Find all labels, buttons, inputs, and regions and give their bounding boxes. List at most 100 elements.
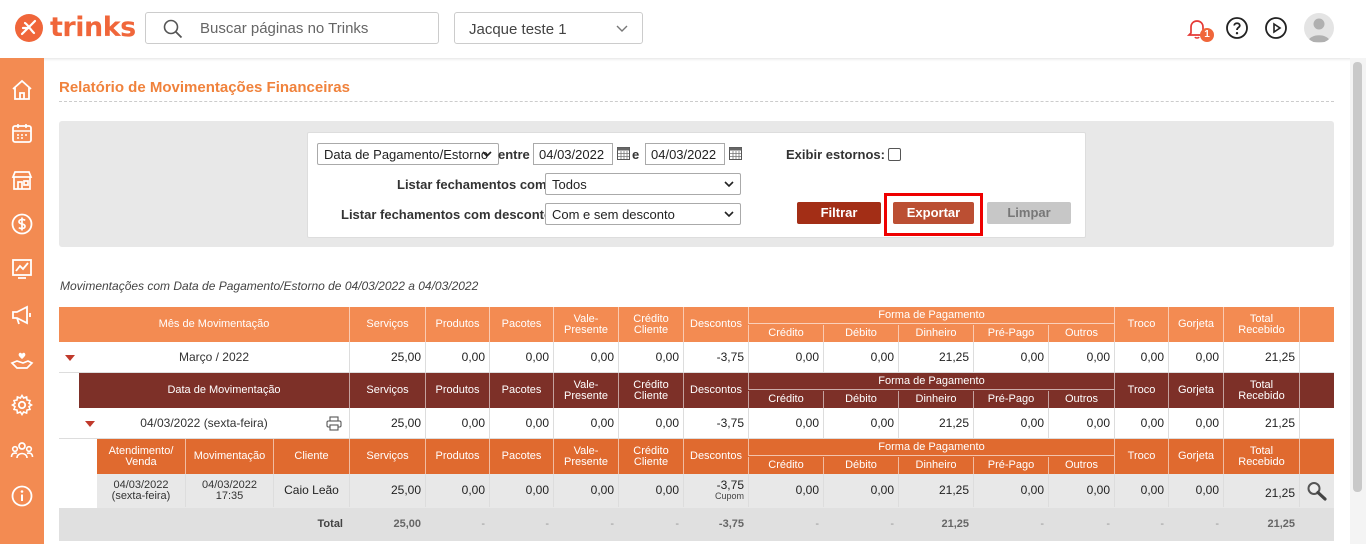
cell: 25,00	[349, 408, 425, 438]
cell: 0,00	[1114, 474, 1168, 507]
date-type-select[interactable]: Data de Pagamento/Estorno	[317, 143, 499, 165]
clear-button[interactable]: Limpar	[987, 202, 1071, 224]
indent	[59, 373, 79, 408]
th-gorjeta: Gorjeta	[1168, 307, 1223, 342]
magnifier-icon[interactable]	[1306, 481, 1328, 501]
dollar-icon[interactable]	[10, 212, 34, 236]
detail-header-row: Atendimento/ Venda Movimentação Cliente …	[59, 439, 1334, 474]
cell: 0,00	[973, 474, 1048, 507]
establishment-select[interactable]: Jacque teste 1	[454, 12, 643, 44]
th-forma-pagamento: Forma de Pagamento	[748, 373, 1114, 390]
info-icon[interactable]	[10, 484, 34, 508]
total-label: Total	[317, 518, 343, 530]
hand-heart-icon[interactable]	[10, 348, 34, 372]
cell: -3,75	[718, 518, 744, 530]
th-total-recebido: Total Recebido	[1223, 439, 1299, 474]
printer-icon[interactable]	[326, 416, 342, 431]
cell: 21,25	[898, 408, 973, 438]
cell: 0,00	[553, 474, 618, 507]
sidebar	[0, 58, 44, 544]
day-row[interactable]: 04/03/2022 (sexta-feira) 25,00 0,00 0,00…	[59, 408, 1334, 439]
establishment-value: Jacque teste 1	[469, 21, 567, 38]
day-label: 04/03/2022 (sexta-feira)	[140, 415, 268, 430]
movimentacao-cell: 04/03/2022 17:35	[185, 474, 273, 507]
detail-row[interactable]: 04/03/2022 (sexta-feira) 04/03/2022 17:3…	[59, 474, 1334, 508]
th-actions	[1299, 307, 1334, 342]
date-to-input[interactable]: 04/03/2022	[645, 143, 725, 165]
th-servicos: Serviços	[349, 373, 425, 408]
export-highlight-box	[884, 193, 983, 236]
th-day: Data de Movimentação	[167, 384, 281, 396]
th-month: Mês de Movimentação	[158, 318, 270, 330]
th-credito: Crédito	[748, 457, 823, 474]
trinks-logo[interactable]: trinks	[14, 12, 136, 43]
th-debito: Débito	[823, 457, 898, 474]
play-tutorial-icon[interactable]	[1264, 16, 1288, 40]
th-vale-presente: Vale-Presente	[553, 307, 618, 342]
th-descontos: Descontos	[683, 373, 748, 408]
th-descontos: Descontos	[683, 439, 748, 474]
search-input[interactable]	[200, 18, 430, 38]
cell: 0,00	[1048, 408, 1114, 438]
th-servicos: Serviços	[349, 439, 425, 474]
scrollbar[interactable]	[1350, 58, 1366, 544]
cell: 0,00	[425, 342, 489, 372]
collapse-triangle-icon[interactable]	[85, 421, 95, 427]
chevron-down-icon	[482, 151, 492, 158]
cell: 0,00	[553, 342, 618, 372]
cell: 0,00	[425, 408, 489, 438]
cell: 0,00	[748, 474, 823, 507]
th-pre-pago: Pré-Pago	[973, 391, 1048, 408]
gear-icon[interactable]	[10, 393, 34, 417]
discount-label: Listar fechamentos com desconto:	[341, 207, 557, 222]
cell: 0,00	[748, 342, 823, 372]
show-reversals-checkbox[interactable]	[888, 148, 901, 161]
discount-value: Com e sem desconto	[552, 207, 675, 222]
th-vale-presente: Vale-Presente	[553, 439, 618, 474]
cell: 0,00	[1048, 342, 1114, 372]
calendar-icon[interactable]	[729, 147, 742, 160]
date-from-input[interactable]: 04/03/2022	[533, 143, 613, 165]
scrollbar-thumb[interactable]	[1353, 62, 1362, 492]
th-pre-pago: Pré-Pago	[973, 457, 1048, 474]
closings-select[interactable]: Todos	[545, 173, 741, 195]
discount-select[interactable]: Com e sem desconto	[545, 203, 741, 225]
month-row[interactable]: Março / 2022 25,00 0,00 0,00 0,00 0,00 -…	[59, 342, 1334, 373]
indent	[59, 474, 97, 508]
help-icon[interactable]	[1225, 16, 1249, 40]
th-cliente: Cliente	[273, 439, 349, 474]
collapse-triangle-icon[interactable]	[65, 355, 75, 361]
cell: 0,00	[618, 342, 683, 372]
calendar-icon[interactable]	[617, 147, 630, 160]
cell	[1299, 342, 1334, 372]
chart-icon[interactable]	[10, 257, 34, 281]
cell: -3,75	[683, 408, 748, 438]
cell: -3,75	[683, 342, 748, 372]
cliente-cell[interactable]: Caio Leão	[273, 474, 349, 507]
th-descontos: Descontos	[683, 307, 748, 342]
user-avatar[interactable]	[1304, 13, 1334, 43]
cell: -	[481, 518, 485, 530]
cell: 0,00	[618, 408, 683, 438]
people-icon[interactable]	[10, 439, 34, 463]
agenda-icon[interactable]	[10, 121, 34, 145]
cell: -	[1040, 518, 1044, 530]
cell: -	[1215, 518, 1219, 530]
store-icon[interactable]	[10, 168, 34, 192]
home-icon[interactable]	[10, 78, 34, 102]
th-troco: Troco	[1114, 373, 1168, 408]
megaphone-icon[interactable]	[10, 303, 34, 327]
cell: 0,00	[748, 408, 823, 438]
th-credito-cliente: Crédito Cliente	[618, 307, 683, 342]
desconto-cell: -3,75 Cupom	[683, 474, 748, 507]
trinks-logo-icon	[15, 13, 43, 42]
and-label: e	[632, 147, 640, 162]
th-dinheiro: Dinheiro	[898, 325, 973, 342]
th-troco: Troco	[1114, 307, 1168, 342]
cell: 0,00	[489, 342, 553, 372]
search-box[interactable]	[145, 12, 439, 44]
filter-button[interactable]: Filtrar	[797, 202, 881, 224]
th-total-recebido: Total Recebido	[1223, 373, 1299, 408]
th-debito: Débito	[823, 391, 898, 408]
th-forma-pagamento: Forma de Pagamento	[748, 439, 1114, 456]
